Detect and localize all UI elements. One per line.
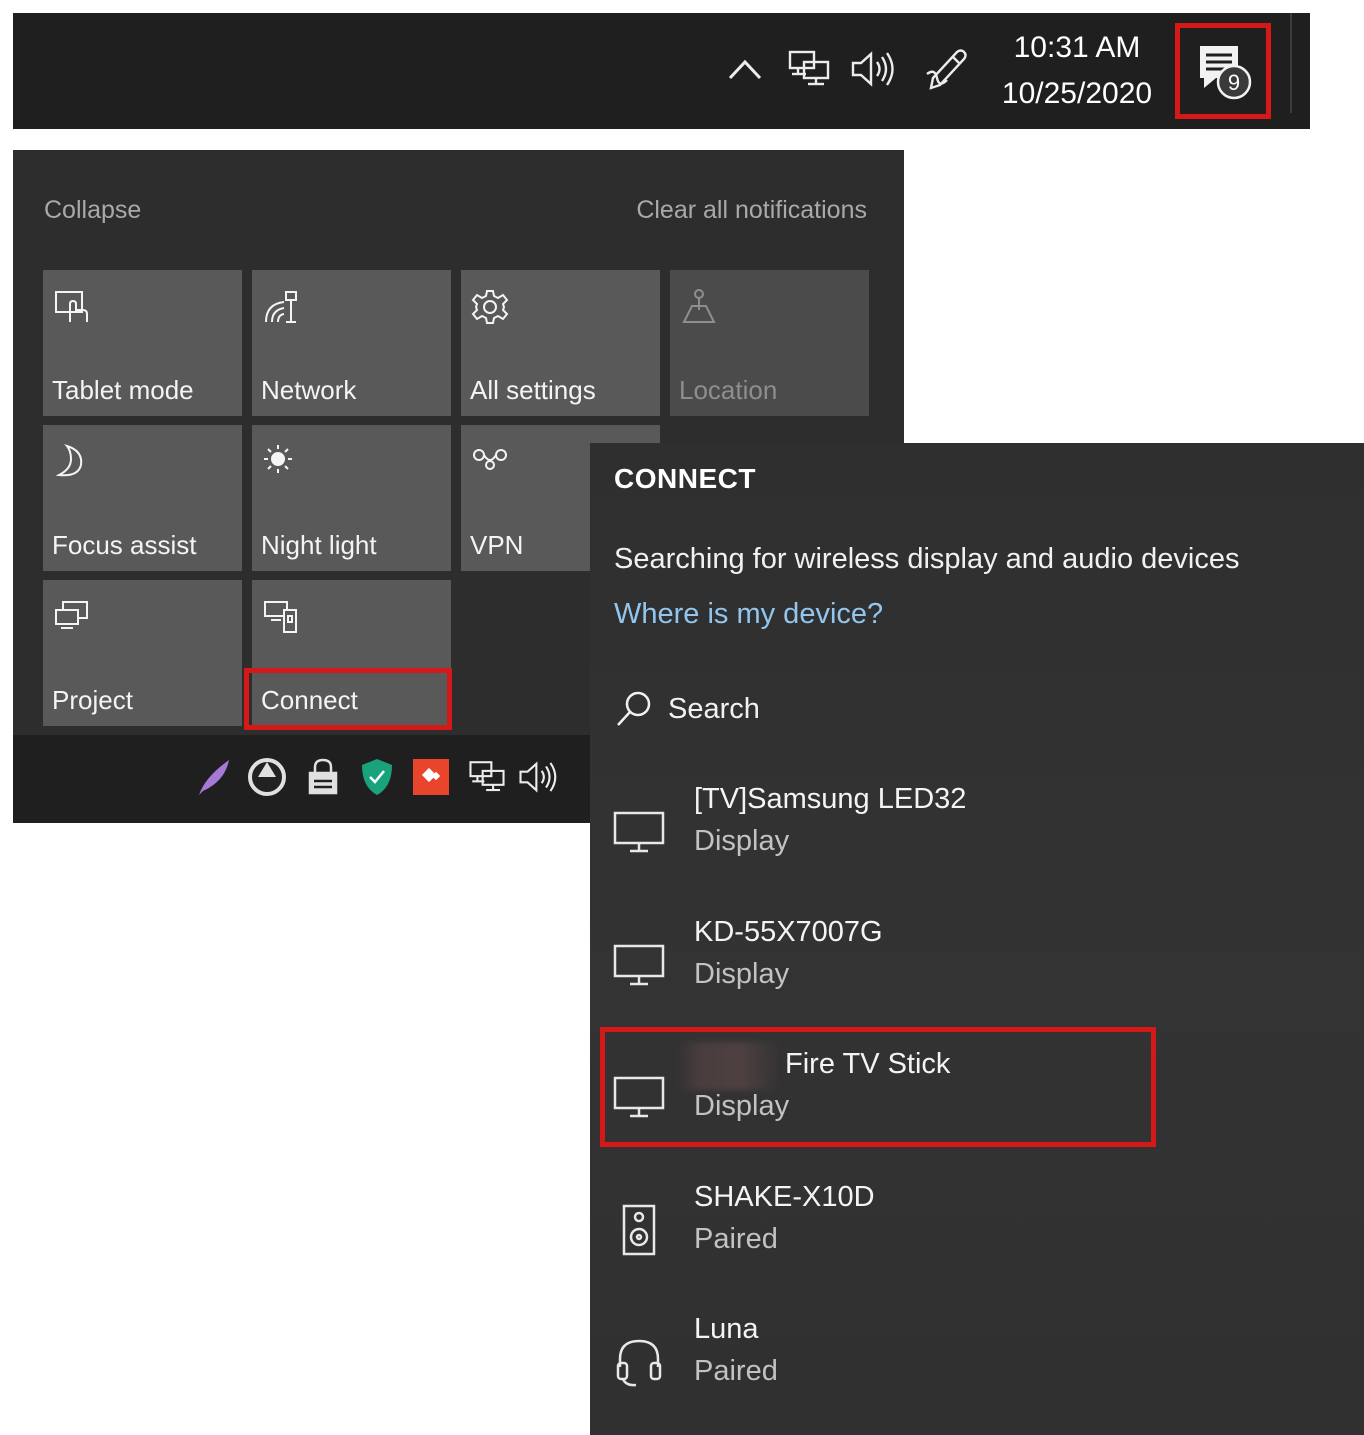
tile-label: All settings	[470, 375, 596, 405]
recycle-icon[interactable]	[245, 755, 289, 799]
searching-status: Searching for wireless display and audio…	[614, 543, 1240, 575]
location-icon	[682, 289, 716, 323]
network-icon[interactable]	[465, 755, 509, 799]
device-item[interactable]: Luna Paired	[590, 1313, 1364, 1433]
taskbar: 10:31 AM 10/25/2020 9	[13, 13, 1310, 129]
clock-date: 10/25/2020	[1001, 77, 1153, 110]
device-name: Luna	[694, 1313, 759, 1345]
lock-icon[interactable]	[301, 755, 345, 799]
feather-icon[interactable]	[193, 755, 237, 799]
tablet-mode-icon	[55, 291, 88, 322]
search-icon	[617, 691, 651, 726]
device-item-fire-tv-stick[interactable]: Fire TV Stick Display	[590, 1042, 1364, 1168]
shield-icon[interactable]	[355, 755, 399, 799]
tile-label: Night light	[261, 530, 377, 560]
action-center-icon: 9	[1200, 46, 1252, 100]
collapse-link[interactable]: Collapse	[44, 196, 141, 225]
tile-label: Project	[52, 685, 133, 715]
tile-label: Location	[679, 375, 778, 405]
device-type: Display	[694, 958, 790, 990]
moon-icon	[55, 444, 83, 477]
device-name: Fire TV Stick	[785, 1048, 951, 1080]
action-center-button[interactable]: 9	[1175, 23, 1271, 119]
tile-label: Tablet mode	[52, 375, 194, 405]
connect-panel: CONNECT Searching for wireless display a…	[590, 443, 1364, 1435]
tile-label: VPN	[470, 530, 524, 560]
clock[interactable]: 10:31 AM 10/25/2020	[997, 25, 1157, 115]
tile-night-light[interactable]: Night light	[252, 425, 451, 571]
connect-title: CONNECT	[614, 463, 756, 494]
project-icon	[55, 601, 88, 629]
search-label: Search	[668, 692, 760, 725]
anydesk-icon[interactable]	[409, 755, 453, 799]
monitor-icon	[613, 944, 665, 986]
taskbar-divider	[1290, 13, 1292, 113]
tile-label: Focus assist	[52, 530, 197, 560]
device-name: KD-55X7007G	[694, 916, 883, 948]
vpn-icon	[473, 449, 507, 470]
where-is-my-device-link[interactable]: Where is my device?	[614, 598, 883, 631]
sun-icon	[264, 445, 292, 473]
notification-count: 9	[1228, 70, 1240, 95]
speaker-icon	[622, 1204, 656, 1256]
tile-project[interactable]: Project	[43, 580, 242, 726]
clock-time: 10:31 AM	[1013, 31, 1141, 64]
clear-all-notifications-link[interactable]: Clear all notifications	[636, 196, 867, 225]
volume-icon[interactable]	[847, 47, 901, 91]
tile-tablet-mode[interactable]: Tablet mode	[43, 270, 242, 416]
network-wifi-icon	[265, 291, 297, 323]
device-item[interactable]: KD-55X7007G Display	[590, 916, 1364, 1036]
chevron-up-icon[interactable]	[725, 49, 765, 89]
tile-connect[interactable]: Connect	[252, 580, 451, 726]
redacted-name-blur	[678, 1042, 782, 1090]
search-field[interactable]: Search	[614, 687, 760, 731]
device-name: SHAKE-X10D	[694, 1181, 875, 1213]
tile-label: Network	[261, 375, 357, 405]
device-type: Paired	[694, 1355, 778, 1387]
tile-location[interactable]: Location	[670, 270, 869, 416]
headset-icon	[616, 1339, 662, 1387]
volume-icon[interactable]	[517, 755, 561, 799]
monitor-icon	[613, 1076, 665, 1118]
tile-focus-assist[interactable]: Focus assist	[43, 425, 242, 571]
device-type: Display	[694, 1090, 790, 1122]
monitor-icon	[613, 811, 665, 853]
device-type: Paired	[694, 1223, 778, 1255]
pen-icon[interactable]	[921, 43, 975, 95]
device-item[interactable]: [TV]Samsung LED32 Display	[590, 783, 1364, 903]
gear-icon	[471, 290, 509, 324]
tile-network[interactable]: Network	[252, 270, 451, 416]
tile-label: Connect	[261, 685, 358, 715]
device-item[interactable]: SHAKE-X10D Paired	[590, 1181, 1364, 1301]
device-name: [TV]Samsung LED32	[694, 783, 967, 815]
network-icon[interactable]	[785, 47, 833, 91]
device-type: Display	[694, 825, 790, 857]
connect-icon	[264, 601, 297, 633]
tile-all-settings[interactable]: All settings	[461, 270, 660, 416]
